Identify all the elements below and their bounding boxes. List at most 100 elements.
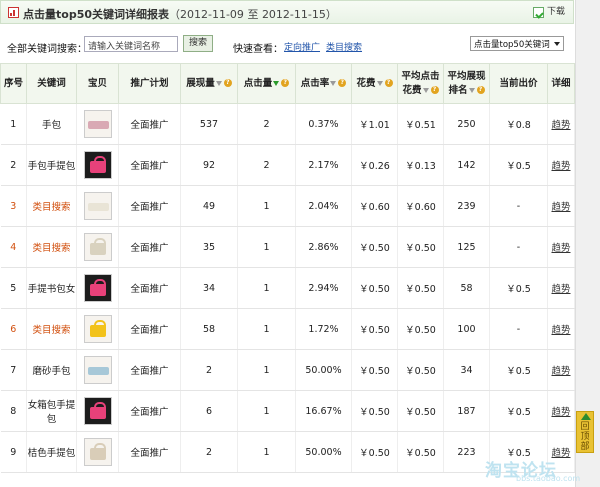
col-detail: 详细 — [547, 63, 575, 104]
help-icon[interactable]: ? — [430, 86, 439, 94]
table-row: 7 磨砂手包 全面推广 2 1 50.00% ￥0.50 ￥0.50 34 ￥0.5 趋势 — [0, 349, 575, 391]
cell-detail[interactable]: 趋势 — [547, 185, 575, 227]
cell-item[interactable] — [76, 226, 119, 268]
cell-avg_cpc: ￥0.50 — [397, 267, 444, 309]
quick-link-category[interactable]: 类目搜索 — [326, 40, 362, 53]
col-avg-cpc[interactable]: 平均点击 花费? — [397, 63, 444, 104]
cell-plan: 全面推广 — [118, 144, 181, 186]
cell-cost: ￥0.50 — [351, 431, 398, 473]
bag-image — [89, 161, 106, 173]
cell-detail[interactable]: 趋势 — [547, 103, 575, 145]
cell-avg_rank: 58 — [443, 267, 490, 309]
quick-link-targeted[interactable]: 定向推广 — [284, 40, 320, 53]
cell-detail[interactable]: 趋势 — [547, 144, 575, 186]
cell-clicks: 1 — [237, 267, 296, 309]
cell-avg_cpc: ￥0.13 — [397, 144, 444, 186]
cell-plan: 全面推广 — [118, 226, 181, 268]
search-label: 全部关键词搜索： — [7, 44, 87, 55]
cell-cost: ￥1.01 — [351, 103, 398, 145]
item-thumbnail[interactable] — [83, 233, 112, 261]
item-thumbnail[interactable] — [83, 110, 112, 138]
cell-item[interactable] — [76, 390, 119, 432]
cell-detail[interactable]: 趋势 — [547, 308, 575, 350]
cell-clicks: 1 — [237, 431, 296, 473]
item-thumbnail[interactable] — [83, 274, 112, 302]
item-thumbnail[interactable] — [83, 356, 112, 384]
report-type-select[interactable]: 点击量top50关键词 — [470, 36, 564, 51]
cell-index: 8 — [0, 390, 27, 432]
item-thumbnail[interactable] — [83, 151, 112, 179]
cell-detail[interactable]: 趋势 — [547, 267, 575, 309]
cell-item[interactable] — [76, 431, 119, 473]
cell-avg_rank: 34 — [443, 349, 490, 391]
help-icon[interactable]: ? — [384, 79, 393, 87]
cell-clicks: 1 — [237, 349, 296, 391]
cell-item[interactable] — [76, 267, 119, 309]
cell-clicks: 2 — [237, 103, 296, 145]
search-button[interactable]: 搜索 — [183, 35, 213, 52]
cell-plan: 全面推广 — [118, 185, 181, 227]
cell-item[interactable] — [76, 144, 119, 186]
item-thumbnail[interactable] — [83, 438, 112, 466]
col-impressions[interactable]: 展现量? — [180, 63, 238, 104]
cell-keyword: 磨砂手包 — [26, 349, 77, 391]
cell-keyword: 手包手提包 — [26, 144, 77, 186]
item-thumbnail[interactable] — [83, 192, 112, 220]
bag-image — [89, 407, 106, 419]
cell-cost: ￥0.50 — [351, 390, 398, 432]
cell-avg_cpc: ￥0.50 — [397, 308, 444, 350]
cell-ctr: 16.67% — [295, 390, 352, 432]
cell-avg_rank: 125 — [443, 226, 490, 268]
keyword-search-input[interactable]: 请输入关键词名称 — [84, 36, 178, 52]
col-avg-rank[interactable]: 平均展现 排名? — [443, 63, 490, 104]
cell-index: 6 — [0, 308, 27, 350]
col-cost[interactable]: 花费? — [351, 63, 398, 104]
help-icon[interactable]: ? — [338, 79, 347, 87]
cell-item[interactable] — [76, 349, 119, 391]
filter-bar: 全部关键词搜索： 请输入关键词名称 搜索 快速查看： 定向推广 类目搜索 点击量… — [0, 30, 574, 56]
cell-clicks: 2 — [237, 144, 296, 186]
cell-avg_cpc: ￥0.60 — [397, 185, 444, 227]
bag-image — [89, 448, 106, 460]
cell-keyword: 手包 — [26, 103, 77, 145]
cell-detail[interactable]: 趋势 — [547, 226, 575, 268]
item-thumbnail[interactable] — [83, 397, 112, 425]
cell-detail[interactable]: 趋势 — [547, 349, 575, 391]
cell-clicks: 1 — [237, 185, 296, 227]
cell-ctr: 0.37% — [295, 103, 352, 145]
help-icon[interactable]: ? — [281, 79, 290, 87]
back-to-top-button[interactable]: 回顶部 — [576, 411, 594, 453]
cell-keyword: 桔色手提包 — [26, 431, 77, 473]
table-row: 1 手包 全面推广 537 2 0.37% ￥1.01 ￥0.51 250 ￥0.8 趋势 — [0, 103, 575, 145]
item-thumbnail[interactable] — [83, 315, 112, 343]
cell-cost: ￥0.50 — [351, 267, 398, 309]
cell-item[interactable] — [76, 308, 119, 350]
table-row: 3 类目搜索 全面推广 49 1 2.04% ￥0.60 ￥0.60 239- 趋势 — [0, 185, 575, 227]
cell-index: 7 — [0, 349, 27, 391]
table-header-row: 序号 关键词 宝贝 推广计划 展现量? 点击量? 点击率? 花费? 平均点击 花费… — [0, 63, 575, 104]
col-ctr[interactable]: 点击率? — [295, 63, 352, 104]
cell-item[interactable] — [76, 185, 119, 227]
cell-bid: - — [489, 226, 548, 268]
cell-clicks: 1 — [237, 308, 296, 350]
col-clicks[interactable]: 点击量? — [237, 63, 296, 104]
sort-desc-icon — [376, 80, 384, 87]
cell-avg_cpc: ￥0.50 — [397, 349, 444, 391]
cell-avg_cpc: ￥0.50 — [397, 431, 444, 473]
help-icon[interactable]: ? — [223, 79, 232, 87]
report-icon — [8, 7, 19, 18]
help-icon[interactable]: ? — [476, 86, 485, 94]
bag-image — [89, 284, 106, 296]
cell-detail[interactable]: 趋势 — [547, 390, 575, 432]
cell-plan: 全面推广 — [118, 390, 181, 432]
report-title: 点击量top50关键词详细报表（2012-11-09 至 2012-11-15） — [23, 8, 337, 21]
cell-avg_rank: 100 — [443, 308, 490, 350]
table-row: 2 手包手提包 全面推广 92 2 2.17% ￥0.26 ￥0.13 142 ￥0.5 趋势 — [0, 144, 575, 186]
cell-item[interactable] — [76, 103, 119, 145]
keyword-report-table: 序号 关键词 宝贝 推广计划 展现量? 点击量? 点击率? 花费? 平均点击 花费… — [0, 63, 575, 473]
cell-ctr: 2.86% — [295, 226, 352, 268]
cell-plan: 全面推广 — [118, 308, 181, 350]
download-button[interactable]: 下载 — [532, 5, 565, 20]
cell-ctr: 50.00% — [295, 349, 352, 391]
cell-impressions: 92 — [180, 144, 238, 186]
